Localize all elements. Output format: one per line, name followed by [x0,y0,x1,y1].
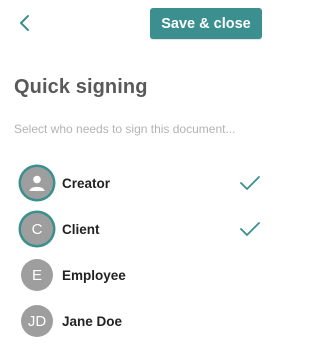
check-icon [240,222,260,236]
check-icon [240,176,260,190]
signer-item-creator[interactable]: Creator [21,160,261,206]
avatar: C [21,213,53,245]
page-title: Quick signing [14,76,148,98]
signer-name: Creator [62,175,111,191]
signer-name: Employee [62,267,126,283]
avatar: JD [21,305,53,337]
signer-name: Client [62,221,100,237]
signer-item-jane-doe[interactable]: JD Jane Doe [21,298,261,344]
signer-item-employee[interactable]: E Employee [21,252,261,298]
avatar [21,167,53,199]
back-button[interactable] [14,12,36,34]
avatar: E [21,259,53,291]
save-and-close-button[interactable]: Save & close [150,8,262,39]
signer-list: Creator C Client E Employee JD Jane Doe [21,160,261,344]
person-icon [29,175,45,191]
signer-prompt: Select who needs to sign this document..… [14,122,236,136]
signer-name: Jane Doe [62,313,123,329]
chevron-left-icon [20,15,29,31]
signer-item-client[interactable]: C Client [21,206,261,252]
